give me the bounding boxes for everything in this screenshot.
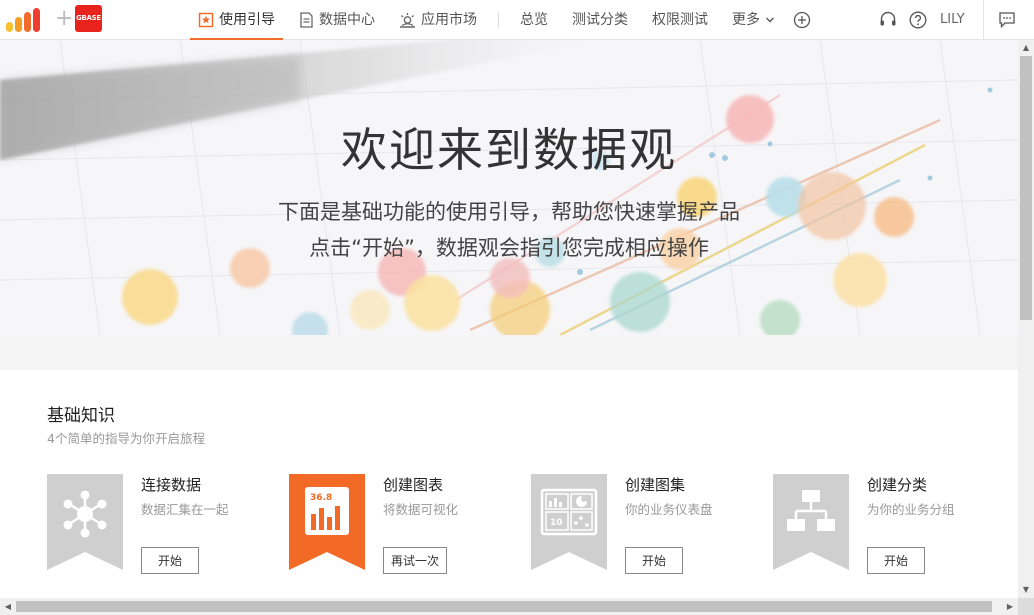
nav-link-label: 测试分类 xyxy=(572,12,628,28)
nav-tab-data-center[interactable]: 数据中心 xyxy=(299,0,375,40)
user-name[interactable]: LILY xyxy=(940,0,965,40)
nav-link-permission-test[interactable]: 权限测试 xyxy=(652,0,708,40)
dashboard-icon-label: 10 xyxy=(550,518,563,528)
guide-star-icon xyxy=(198,12,214,28)
card-title: 创建图集 xyxy=(625,476,686,494)
welcome-subtitle-2: 点击“开始”，数据观会指引您完成相应操作 xyxy=(309,236,709,260)
app-logo-icon[interactable] xyxy=(6,8,48,32)
scrollbar-corner xyxy=(1018,598,1034,615)
guide-card-create-chart: 36.8 创建图表 将数据可视化 再试一次 xyxy=(289,474,509,574)
chevron-down-icon xyxy=(766,17,774,23)
gbase-logo: GBASE xyxy=(75,5,102,32)
network-nodes-icon xyxy=(47,474,123,570)
card-description: 你的业务仪表盘 xyxy=(625,502,713,517)
nav-tab-app-market[interactable]: 应用市场 xyxy=(399,0,477,40)
hierarchy-icon xyxy=(773,474,849,570)
start-button[interactable]: 开始 xyxy=(625,547,683,574)
scroll-right-arrow-icon[interactable]: ▶ xyxy=(1002,598,1018,615)
chart-icon-label: 36.8 xyxy=(310,493,332,503)
card-title: 创建图表 xyxy=(383,476,444,494)
document-icon xyxy=(300,12,313,28)
add-circle-icon[interactable] xyxy=(792,10,812,30)
guide-card-create-dashboard: 10 创建图集 你的业务仪表盘 开始 xyxy=(531,474,751,574)
nav-more-dropdown[interactable]: 更多 xyxy=(732,0,775,40)
app-market-icon xyxy=(400,13,415,28)
guide-card-create-category: 创建分类 为你的业务分组 开始 xyxy=(773,474,993,574)
banner-background xyxy=(0,40,1018,335)
more-label: 更多 xyxy=(732,12,760,28)
basics-title: 基础知识 xyxy=(47,406,115,426)
dashboard-icon: 10 xyxy=(531,474,607,570)
nav-tab-label: 应用市场 xyxy=(421,12,477,28)
welcome-subtitle-1: 下面是基础功能的使用引导，帮助您快速掌握产品 xyxy=(278,200,740,224)
nav-tab-guide[interactable]: 使用引导 xyxy=(190,0,283,40)
scroll-left-arrow-icon[interactable]: ◀ xyxy=(0,598,16,615)
message-icon[interactable] xyxy=(997,10,1017,30)
card-title: 创建分类 xyxy=(867,476,928,494)
guide-card-connect-data: 连接数据 数据汇集在一起 开始 xyxy=(47,474,267,574)
bar-chart-icon: 36.8 xyxy=(289,474,365,570)
plus-icon: + xyxy=(55,6,74,31)
nav-divider xyxy=(498,12,499,28)
vertical-scrollbar[interactable]: ▲ ▼ xyxy=(1018,40,1034,598)
nav-tab-label: 使用引导 xyxy=(219,12,275,28)
card-description: 为你的业务分组 xyxy=(867,502,955,517)
scroll-up-arrow-icon[interactable]: ▲ xyxy=(1018,40,1034,56)
headset-icon[interactable] xyxy=(878,10,898,30)
nav-link-label: 权限测试 xyxy=(652,12,708,28)
nav-tab-label: 数据中心 xyxy=(319,12,375,28)
welcome-title: 欢迎来到数据观 xyxy=(341,123,677,177)
retry-button[interactable]: 再试一次 xyxy=(383,547,447,574)
horizontal-scrollbar[interactable]: ◀ ▶ xyxy=(0,598,1018,615)
nav-link-overview[interactable]: 总览 xyxy=(520,0,548,40)
nav-link-label: 总览 xyxy=(520,12,548,28)
start-button[interactable]: 开始 xyxy=(867,547,925,574)
vertical-scroll-thumb[interactable] xyxy=(1020,56,1032,320)
card-description: 将数据可视化 xyxy=(383,502,459,517)
card-description: 数据汇集在一起 xyxy=(141,502,229,517)
nav-link-test-category[interactable]: 测试分类 xyxy=(572,0,628,40)
nav-divider xyxy=(983,0,984,40)
help-icon[interactable] xyxy=(908,10,928,30)
scroll-down-arrow-icon[interactable]: ▼ xyxy=(1018,582,1034,598)
horizontal-scroll-thumb[interactable] xyxy=(16,601,992,612)
card-title: 连接数据 xyxy=(141,476,202,494)
top-navigation-bar: + GBASE 使用引导 数据中心 应用市场 总览 测试分类 权限测试 更多 L… xyxy=(0,0,1034,40)
welcome-banner: 欢迎来到数据观 下面是基础功能的使用引导，帮助您快速掌握产品 点击“开始”，数据… xyxy=(0,40,1018,335)
basics-subtitle: 4个简单的指导为你开启旅程 xyxy=(47,431,205,446)
section-separator xyxy=(0,335,1018,370)
start-button[interactable]: 开始 xyxy=(141,547,199,574)
